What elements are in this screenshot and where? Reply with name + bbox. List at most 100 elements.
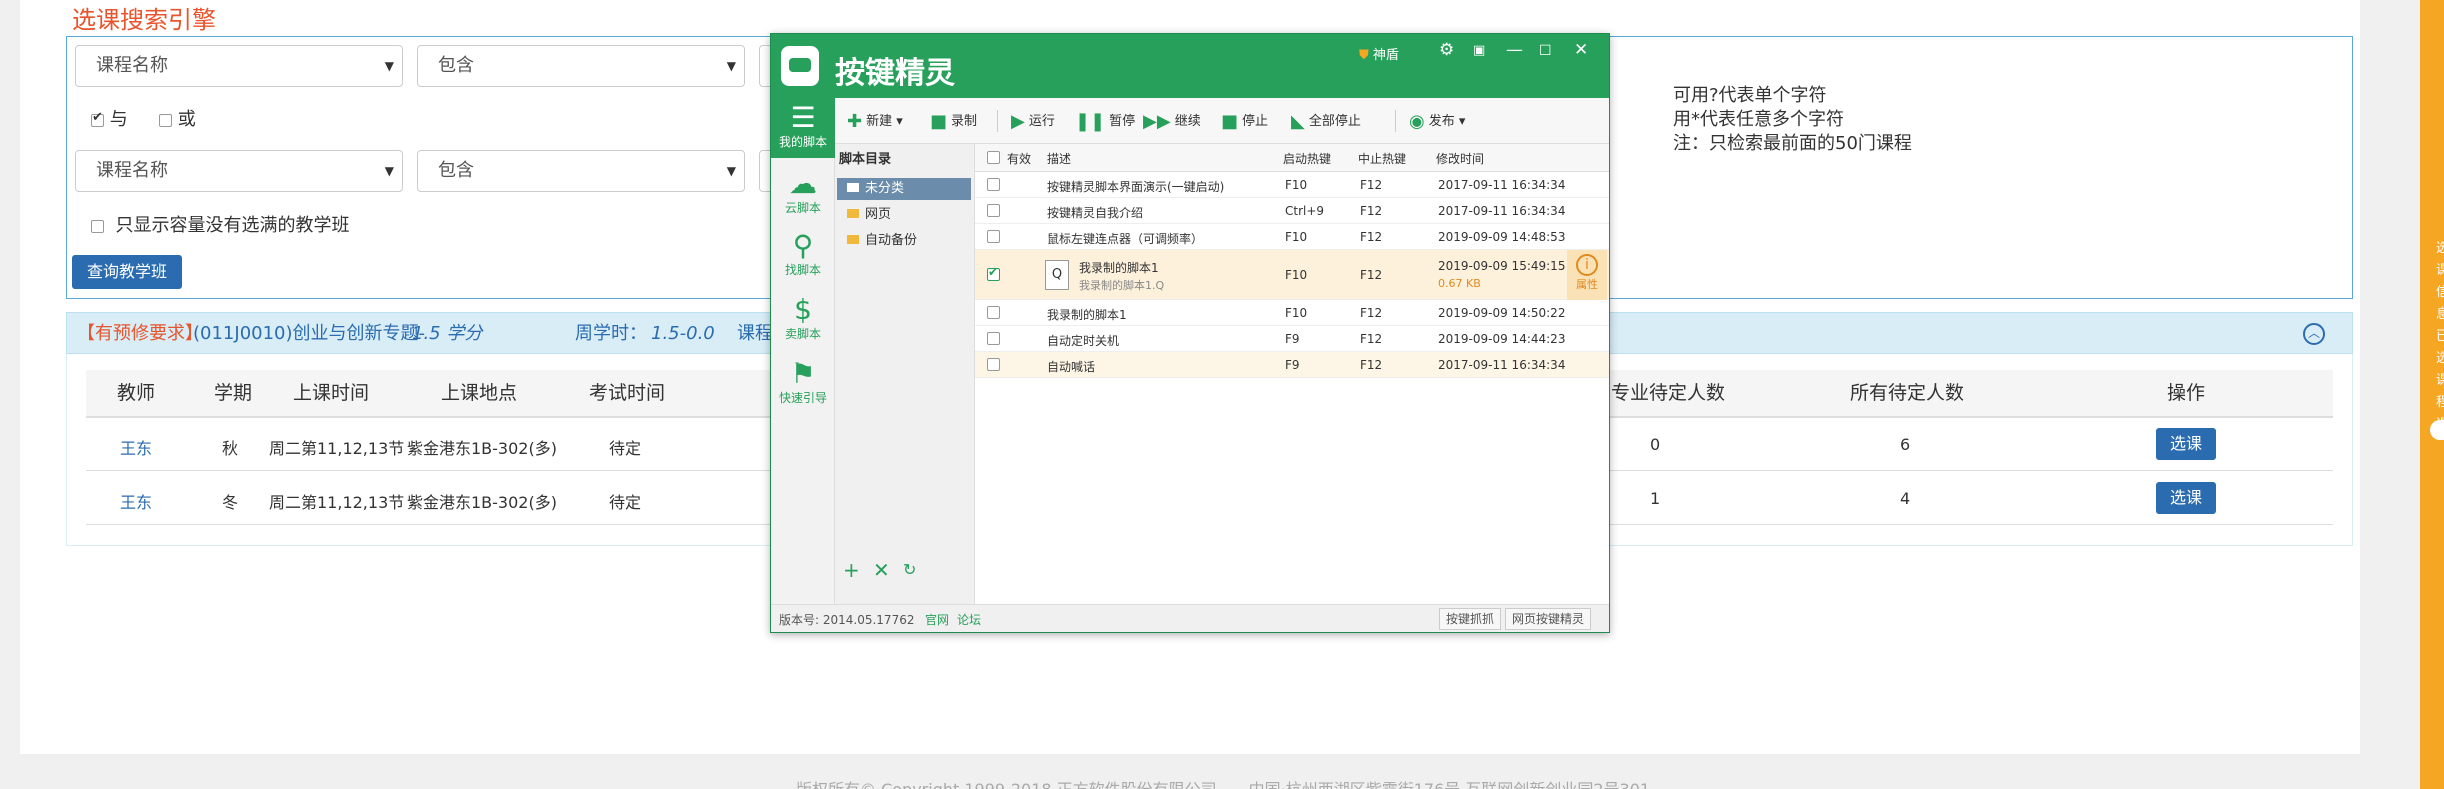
row-stop: F12 xyxy=(1360,332,1383,346)
grid-row-selected[interactable]: Q 我录制的脚本1 我录制的脚本1.Q F10 F12 2019-09-09 1… xyxy=(975,250,1609,300)
record-label: 录制 xyxy=(951,114,978,129)
row-checkbox-checked[interactable] xyxy=(987,265,1000,281)
row1-teacher[interactable]: 王东 xyxy=(120,435,152,459)
skin-icon[interactable]: ▣ xyxy=(1473,43,1485,58)
row-checkbox[interactable] xyxy=(987,332,1000,345)
shield-button[interactable]: ⛊ 神盾 xyxy=(1359,44,1399,63)
gear-icon[interactable]: ⚙ xyxy=(1439,40,1454,60)
th-major-wait: 本专业待定人数 xyxy=(1592,382,1726,404)
only-available-checkbox[interactable] xyxy=(91,219,104,233)
field-select-2[interactable]: 课程名称 ▼ xyxy=(75,150,403,192)
row-checkbox[interactable] xyxy=(987,358,1000,371)
publish-button[interactable]: ◉ 发布 ▾ xyxy=(1409,110,1465,132)
op-select-2[interactable]: 包含 ▼ xyxy=(417,150,745,192)
delete-folder-icon[interactable]: ✕ xyxy=(873,558,890,582)
row-desc: 自动定时关机 xyxy=(1047,334,1120,348)
th-all-wait: 所有待定人数 xyxy=(1850,382,1965,404)
stop-all-icon: ◣ xyxy=(1291,111,1305,132)
row-checkbox[interactable] xyxy=(987,306,1000,319)
sidebar-item-cloud[interactable]: ☁ 云脚本 xyxy=(771,168,835,216)
site-link[interactable]: 官网 xyxy=(925,611,949,628)
new-button[interactable]: ✚ 新建 ▾ xyxy=(847,110,903,132)
row-stop: F12 xyxy=(1360,358,1383,372)
grid-row[interactable]: 鼠标左键连点器（可调频率） F10 F12 2019-09-09 14:48:5… xyxy=(975,224,1609,250)
folder-icon xyxy=(847,209,859,218)
field-select-1[interactable]: 课程名称 ▼ xyxy=(75,45,403,87)
refresh-icon[interactable]: ↻ xyxy=(903,560,916,579)
row2-major-wait: 1 xyxy=(1650,489,1661,508)
publish-label: 发布 xyxy=(1428,114,1455,129)
minimize-icon[interactable]: — xyxy=(1506,40,1523,60)
row-mtime: 2017-09-11 16:34:34 xyxy=(1438,358,1566,372)
camera-icon: ■ xyxy=(930,111,948,132)
side-strip-text: 选课信息已选课程退 xyxy=(2436,241,2444,432)
grid-row[interactable]: 按键精灵自我介绍 Ctrl+9 F12 2017-09-11 16:34:34 xyxy=(975,198,1609,224)
resume-button[interactable]: ▶▶ 继续 xyxy=(1143,110,1201,132)
sidebar-item-sell[interactable]: $ 卖脚本 xyxy=(771,294,835,342)
th-action: 操作 xyxy=(2167,382,2206,404)
select-course-button[interactable]: 选课 xyxy=(2156,482,2216,514)
window-toolbar: ✚ 新建 ▾ ■ 录制 ▶ 运行 ❚❚ 暂停 ▶▶ 继续 ■ 停止 ◣ 全部停止 ◉ 发布 ▾ xyxy=(835,98,1609,144)
play-icon: ▶ xyxy=(1011,111,1025,132)
select-all-checkbox[interactable] xyxy=(987,151,1000,164)
resume-label: 继续 xyxy=(1174,114,1201,129)
row-checkbox[interactable] xyxy=(987,204,1000,217)
maximize-icon[interactable]: ☐ xyxy=(1539,43,1552,59)
row-mtime: 2019-09-09 14:48:53 xyxy=(1438,230,1566,244)
publish-icon: ◉ xyxy=(1409,111,1425,132)
record-button[interactable]: ■ 录制 xyxy=(930,110,977,132)
op-select-1[interactable]: 包含 ▼ xyxy=(417,45,745,87)
sidebar-item-find[interactable]: ⚲ 找脚本 xyxy=(771,230,835,278)
grid-row[interactable]: 按键精灵脚本界面演示(一键启动) F10 F12 2017-09-11 16:3… xyxy=(975,172,1609,198)
stop-button[interactable]: ■ 停止 xyxy=(1221,110,1268,132)
sidebar-label: 快速引导 xyxy=(778,391,827,405)
row-checkbox[interactable] xyxy=(987,178,1000,191)
grid-row[interactable]: 自动定时关机 F9 F12 2019-09-09 14:44:23 xyxy=(975,326,1609,352)
row-stop: F12 xyxy=(1360,204,1383,218)
query-button[interactable]: 查询教学班 xyxy=(72,255,182,289)
row-stop: F12 xyxy=(1360,178,1383,192)
sidebar-item-my-scripts[interactable]: ☰ 我的脚本 xyxy=(771,98,835,158)
add-folder-icon[interactable]: + xyxy=(843,558,860,582)
th-exam: 考试时间 xyxy=(589,382,666,404)
tree-item-backup[interactable]: 自动备份 xyxy=(837,230,971,252)
property-button[interactable]: i 属性 xyxy=(1567,250,1607,300)
th-teacher: 教师 xyxy=(117,382,156,404)
row2-teacher[interactable]: 王东 xyxy=(120,489,152,513)
logic-or[interactable]: 或 xyxy=(159,105,196,131)
row-start: F9 xyxy=(1285,332,1300,346)
and-checkbox[interactable] xyxy=(91,110,104,127)
th-time: 上课时间 xyxy=(293,382,370,404)
row-start: F10 xyxy=(1285,306,1308,320)
pause-label: 暂停 xyxy=(1109,114,1136,129)
close-icon[interactable]: ✕ xyxy=(1574,40,1588,60)
row-desc: 自动喊话 xyxy=(1047,360,1096,374)
hint-1: 可用?代表单个字符 xyxy=(1673,85,1827,106)
web-script-button[interactable]: 网页按键精灵 xyxy=(1505,608,1592,630)
row-mtime: 2019-09-09 14:50:22 xyxy=(1438,306,1566,320)
row-checkbox[interactable] xyxy=(987,230,1000,243)
grid-row[interactable]: 我录制的脚本1 F10 F12 2019-09-09 14:50:22 xyxy=(975,300,1609,326)
pause-icon: ❚❚ xyxy=(1075,111,1106,132)
window-titlebar[interactable]: 按键精灵 ⛊ 神盾 ⚙ ▣ — ☐ ✕ xyxy=(771,34,1609,98)
list-icon: ☰ xyxy=(790,101,816,134)
run-button[interactable]: ▶ 运行 xyxy=(1011,110,1055,132)
side-strip-handle[interactable] xyxy=(2430,420,2444,440)
robot-logo-icon xyxy=(781,46,819,86)
tree-item-uncategorized[interactable]: 未分类 xyxy=(837,178,971,200)
collapse-icon[interactable]: ︿ xyxy=(2303,323,2325,345)
tree-item-web[interactable]: 网页 xyxy=(837,204,971,226)
only-available[interactable]: 只显示容量没有选满的教学班 xyxy=(91,211,349,237)
grid-row[interactable]: 自动喊话 F9 F12 2017-09-11 16:34:34 xyxy=(975,352,1609,378)
stop-all-button[interactable]: ◣ 全部停止 xyxy=(1291,110,1361,132)
sidebar-item-guide[interactable]: ⚑ 快速引导 xyxy=(771,358,835,406)
select-course-button[interactable]: 选课 xyxy=(2156,428,2216,460)
pause-button[interactable]: ❚❚ 暂停 xyxy=(1075,110,1135,132)
run-label: 运行 xyxy=(1028,114,1055,129)
logic-and[interactable]: 与 xyxy=(91,105,128,131)
window-sidebar: ☰ 我的脚本 ☁ 云脚本 ⚲ 找脚本 $ 卖脚本 ⚑ 快速引导 xyxy=(771,98,835,632)
or-checkbox[interactable] xyxy=(159,113,172,127)
capture-button[interactable]: 按键抓抓 xyxy=(1439,608,1502,630)
tree-item-label: 网页 xyxy=(865,207,892,222)
forum-link[interactable]: 论坛 xyxy=(957,611,981,628)
